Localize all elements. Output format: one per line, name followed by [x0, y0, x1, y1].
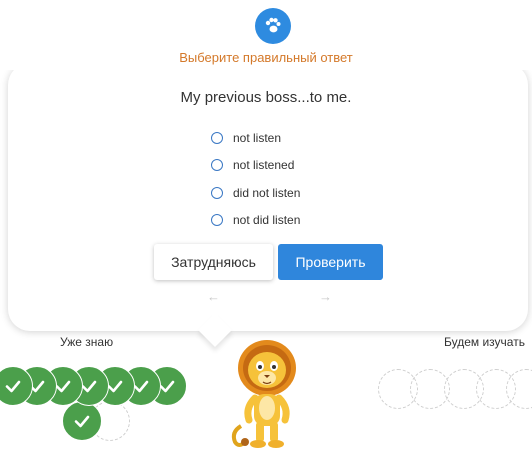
answer-options: not listen not listened did not listen n… [211, 124, 300, 234]
answer-option[interactable]: did not listen [211, 179, 300, 207]
answer-label: did not listen [233, 185, 301, 200]
paw-badge [255, 8, 291, 44]
radio-button[interactable] [211, 159, 223, 172]
radio-button[interactable] [211, 186, 223, 199]
known-label: Уже знаю [60, 335, 114, 349]
lion-mascot [231, 340, 296, 448]
instruction-text: Выберите правильный ответ [179, 50, 353, 65]
dont-know-button[interactable]: Затрудняюсь [154, 244, 273, 280]
prev-arrow-icon[interactable]: ← [207, 289, 220, 304]
answer-label: not did listen [233, 213, 301, 228]
radio-button[interactable] [211, 131, 223, 144]
next-arrow-icon[interactable]: → [319, 289, 332, 304]
answer-option[interactable]: not listen [211, 124, 300, 152]
check-button[interactable]: Проверить [278, 244, 383, 280]
known-word-check-icon [62, 401, 102, 441]
question-text: My previous boss...to me. [180, 89, 352, 106]
answer-label: not listen [233, 130, 282, 145]
answer-label: not listened [233, 158, 295, 173]
radio-button[interactable] [211, 214, 223, 227]
answer-option[interactable]: not listened [211, 152, 300, 180]
answer-option[interactable]: not did listen [211, 207, 300, 235]
study-label: Будем изучать [444, 335, 525, 349]
paw-icon [265, 17, 281, 33]
